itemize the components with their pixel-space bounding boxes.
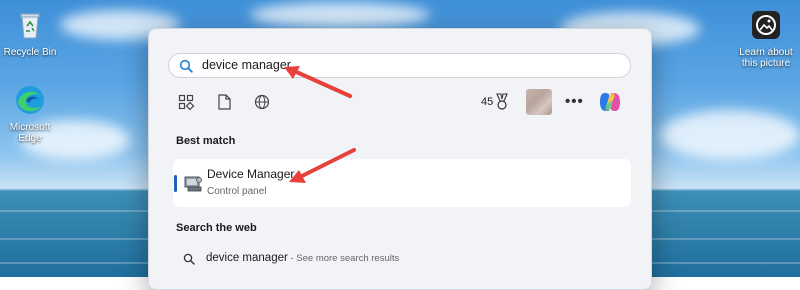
apps-grid-icon[interactable] — [177, 93, 195, 111]
desktop-icon-learn-picture[interactable]: Learn about this picture — [736, 9, 796, 69]
device-manager-icon — [184, 176, 202, 192]
best-match-heading: Best match — [176, 135, 236, 147]
copilot-icon[interactable] — [598, 90, 622, 114]
desktop-icon-label: Microsoft Edge — [9, 122, 51, 144]
web-search-result[interactable]: device manager - See more search results — [173, 250, 631, 270]
best-match-subtitle: Control panel — [207, 186, 267, 197]
rewards-points[interactable]: 45 — [481, 96, 493, 108]
best-match-result[interactable]: Device Manager Control panel — [173, 159, 631, 207]
desktop-icon-label: Recycle Bin — [3, 47, 57, 58]
web-search-query: device manager — [206, 252, 288, 264]
selection-accent-bar — [174, 175, 177, 192]
recycle-bin-icon — [20, 13, 40, 39]
web-search-hint: - See more search results — [287, 253, 400, 264]
search-icon — [183, 253, 195, 265]
start-search-panel: device manager 45 ••• Best match Device … — [148, 28, 652, 290]
search-web-heading: Search the web — [176, 222, 257, 234]
cloud — [250, 2, 430, 28]
search-input[interactable]: device manager — [168, 53, 631, 78]
desktop-icon-label: Learn about this picture — [739, 47, 793, 69]
search-filter-bar: 45 ••• — [149, 89, 651, 115]
search-input-value: device manager — [202, 58, 291, 72]
document-icon[interactable] — [215, 93, 233, 111]
rewards-medal-icon[interactable] — [495, 93, 509, 111]
desktop-icon-edge[interactable]: Microsoft Edge — [0, 84, 60, 144]
edge-icon — [16, 86, 44, 114]
cloud — [660, 110, 800, 160]
desktop-icon-recycle-bin[interactable]: Recycle Bin — [0, 9, 60, 58]
learn-picture-icon — [752, 11, 780, 39]
best-match-title: Device Manager — [207, 167, 295, 181]
more-options-button[interactable]: ••• — [565, 93, 584, 110]
search-icon — [179, 59, 193, 73]
user-avatar[interactable] — [526, 89, 552, 115]
globe-icon[interactable] — [253, 93, 271, 111]
